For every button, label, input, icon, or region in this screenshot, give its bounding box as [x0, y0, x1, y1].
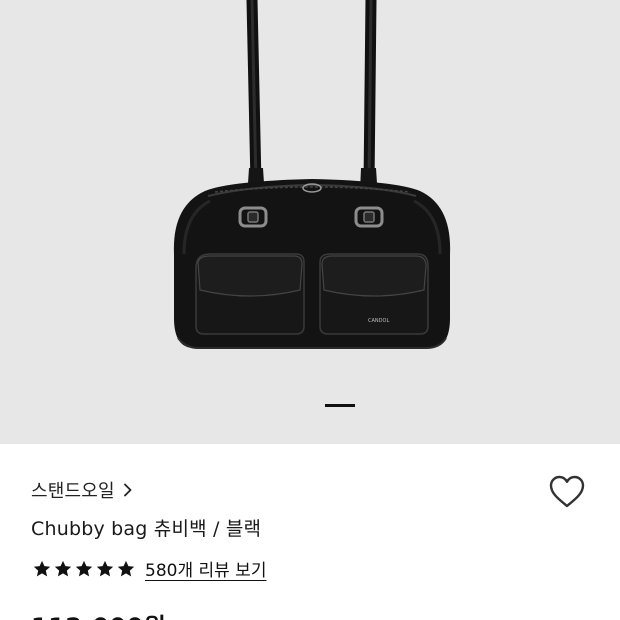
review-count-link[interactable]: 580개 리뷰 보기 — [145, 556, 266, 581]
carousel-dot[interactable] — [295, 404, 325, 407]
star-filled-icon — [75, 560, 93, 576]
product-title: Chubby bag 츄비백 / 블랙 — [31, 518, 262, 540]
star-filled-icon — [117, 560, 135, 576]
wishlist-button[interactable] — [548, 474, 586, 510]
star-filled-icon — [96, 560, 114, 576]
carousel-dot[interactable] — [265, 404, 295, 407]
rating-row: 580개 리뷰 보기 — [32, 556, 266, 581]
product-image-gallery[interactable]: CANDOL — [0, 0, 620, 444]
chevron-right-icon — [123, 483, 132, 497]
brand-name: 스탠드오일 — [31, 481, 115, 502]
product-info: 스탠드오일 Chubby bag 츄비백 / 블랙 580개 리뷰 보기 112… — [0, 444, 620, 620]
product-image: CANDOL — [173, 0, 451, 349]
heart-outline-icon — [549, 475, 585, 508]
star-filled-icon — [54, 560, 72, 576]
pocket-logo-text: CANDOL — [368, 318, 389, 324]
rating-stars — [32, 559, 136, 579]
carousel-indicator — [265, 404, 355, 407]
star-filled-icon — [33, 560, 51, 576]
product-price: 112,000원 — [31, 607, 166, 620]
product-detail-page: CANDOL 스탠드오일 Chubby bag 츄비백 / 블랙 580개 리뷰… — [0, 0, 620, 620]
brand-link[interactable]: 스탠드오일 — [31, 477, 133, 503]
carousel-dot-active[interactable] — [325, 404, 355, 407]
